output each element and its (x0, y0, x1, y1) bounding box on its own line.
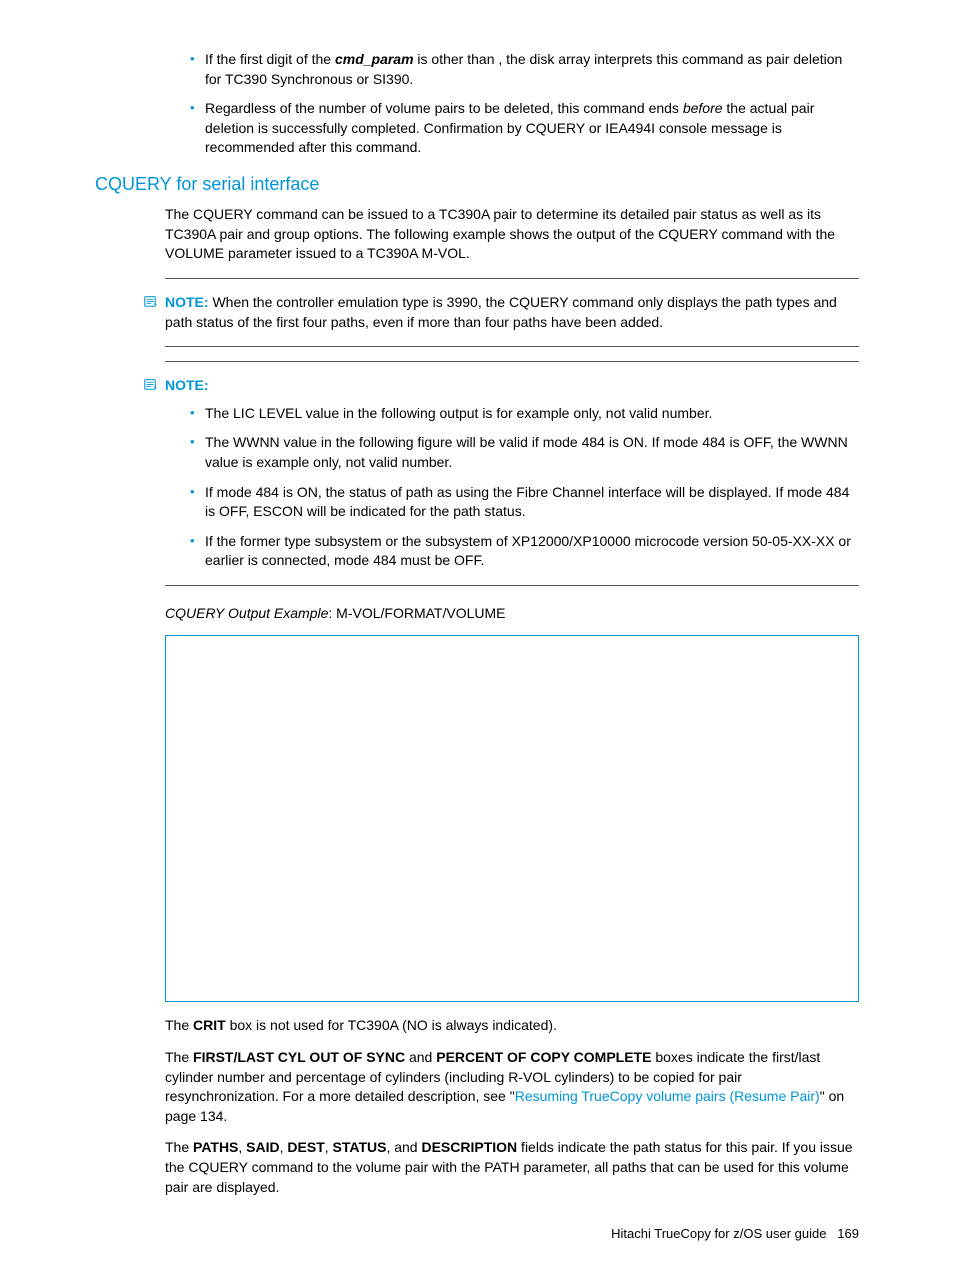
output-example-box (165, 635, 859, 1002)
list-item: Regardless of the number of volume pairs… (190, 99, 859, 158)
list-item: The WWNN value in the following figure w… (190, 433, 859, 472)
text: and (405, 1049, 436, 1065)
firstlast-paragraph: The FIRST/LAST CYL OUT OF SYNC and PERCE… (165, 1048, 859, 1126)
bold-label: PATHS (193, 1139, 238, 1155)
text: box is not used for TC390A (NO is always… (226, 1017, 557, 1033)
list-item: If mode 484 is ON, the status of path as… (190, 483, 859, 522)
note-block-2: NOTE: The LIC LEVEL value in the followi… (165, 376, 859, 571)
page-footer: Hitachi TrueCopy for z/OS user guide 169 (95, 1225, 859, 1243)
bold-label: DEST (287, 1139, 324, 1155)
text: The (165, 1017, 193, 1033)
divider (165, 278, 859, 279)
text: The (165, 1049, 193, 1065)
list-item: The LIC LEVEL value in the following out… (190, 404, 859, 424)
note-block-1: NOTE: When the controller emulation type… (165, 293, 859, 332)
page-number: 169 (837, 1226, 859, 1241)
crit-label: CRIT (193, 1017, 226, 1033)
paths-paragraph: The PATHS, SAID, DEST, STATUS, and DESCR… (165, 1138, 859, 1197)
caption-italic: CQUERY Output Example (165, 605, 328, 621)
crit-paragraph: The CRIT box is not used for TC390A (NO … (165, 1016, 859, 1036)
note-icon (143, 377, 157, 397)
list-item: If the first digit of the cmd_param is o… (190, 50, 859, 89)
before-word: before (683, 100, 723, 116)
text: , (238, 1139, 246, 1155)
text: Regardless of the number of volume pairs… (205, 100, 683, 116)
divider (165, 361, 859, 362)
bold-label: SAID (246, 1139, 279, 1155)
bold-label: STATUS (333, 1139, 387, 1155)
bold-label: DESCRIPTION (421, 1139, 517, 1155)
list-item: If the former type subsystem or the subs… (190, 532, 859, 571)
bold-label: PERCENT OF COPY COMPLETE (436, 1049, 651, 1065)
resume-pair-link[interactable]: Resuming TrueCopy volume pairs (Resume P… (515, 1088, 820, 1104)
text: , and (386, 1139, 421, 1155)
text: The (165, 1139, 193, 1155)
top-bullet-list: If the first digit of the cmd_param is o… (165, 50, 859, 158)
section-heading: CQUERY for serial interface (95, 172, 859, 197)
note-label: NOTE: (165, 294, 209, 310)
note-icon (143, 294, 157, 314)
footer-title: Hitachi TrueCopy for z/OS user guide (611, 1226, 826, 1241)
text: If the first digit of the (205, 51, 335, 67)
intro-paragraph: The CQUERY command can be issued to a TC… (165, 205, 859, 264)
cmd-param: cmd_param (335, 51, 414, 67)
bold-label: FIRST/LAST CYL OUT OF SYNC (193, 1049, 405, 1065)
caption-rest: : M-VOL/FORMAT/VOLUME (328, 605, 505, 621)
output-caption: CQUERY Output Example: M-VOL/FORMAT/VOLU… (165, 604, 859, 624)
divider (165, 585, 859, 586)
note-text: When the controller emulation type is 39… (165, 294, 837, 330)
text: , (325, 1139, 333, 1155)
note-label: NOTE: (165, 377, 209, 393)
note-bullet-list: The LIC LEVEL value in the following out… (165, 404, 859, 571)
divider (165, 346, 859, 347)
